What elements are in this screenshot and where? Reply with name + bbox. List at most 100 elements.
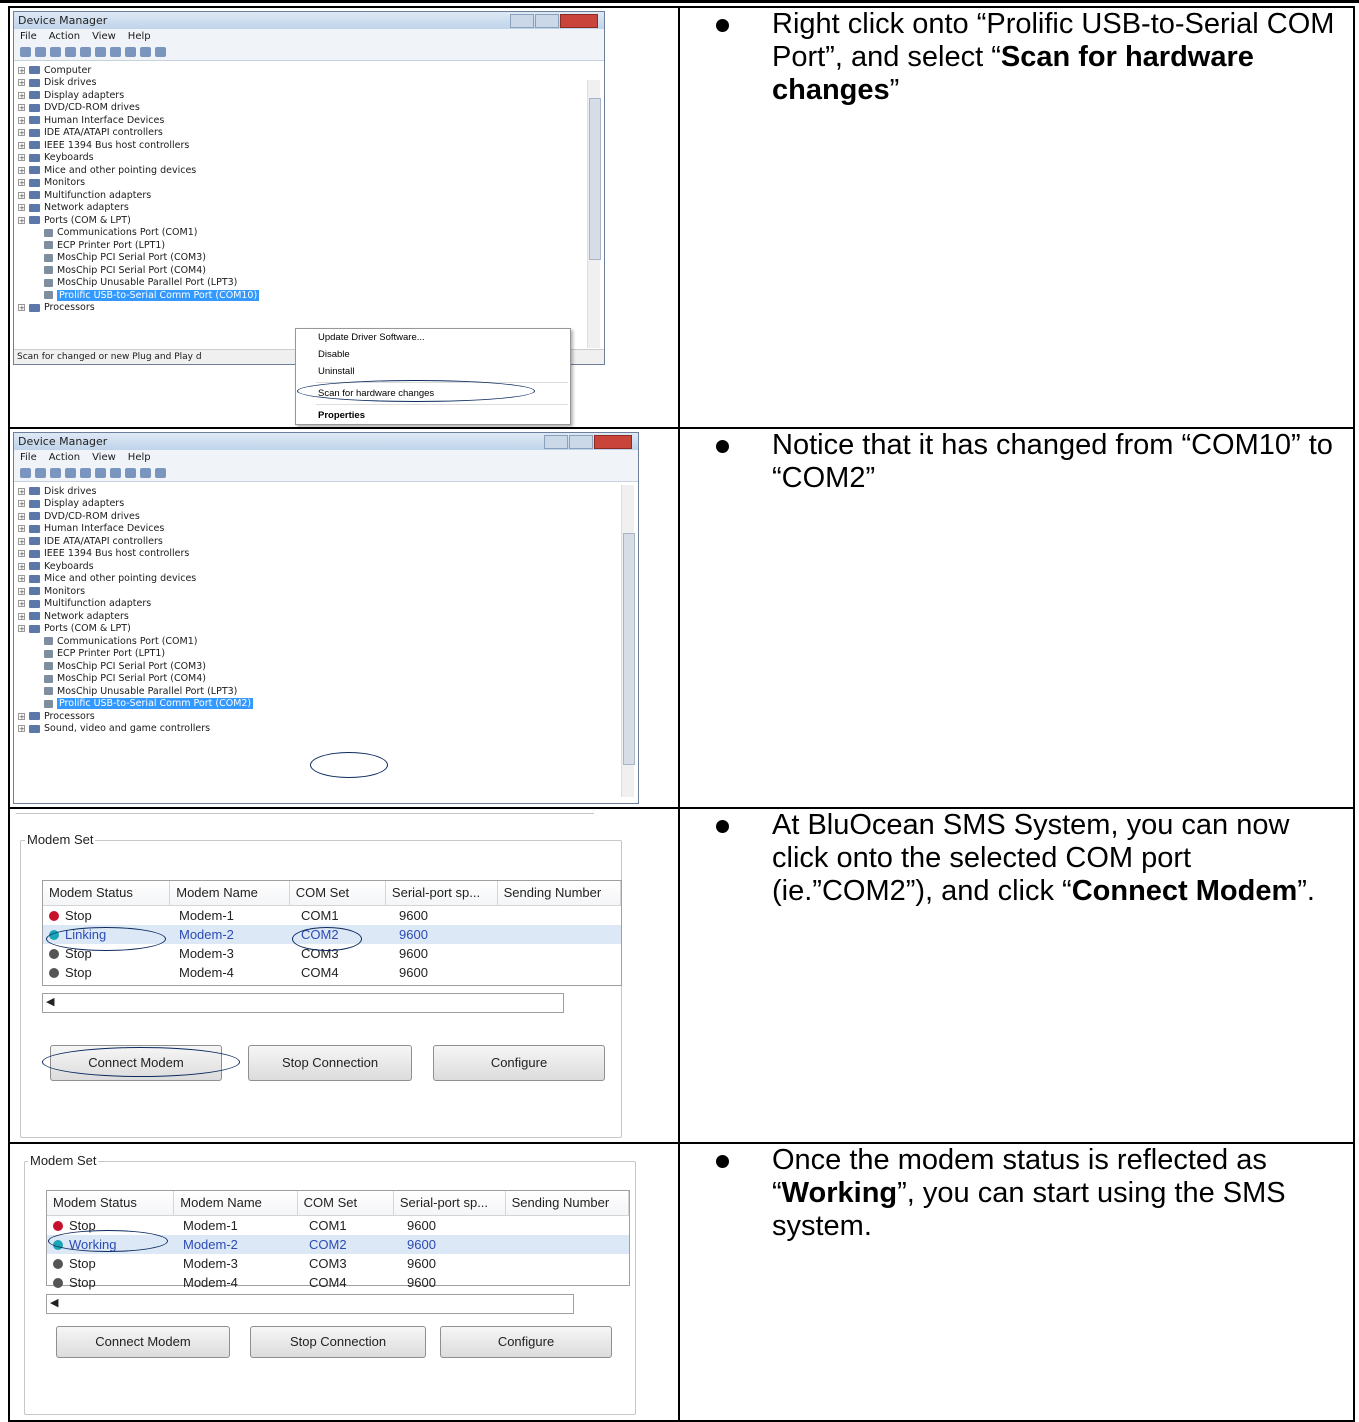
properties-icon[interactable] — [95, 47, 106, 57]
expand-icon[interactable]: + — [18, 179, 25, 187]
table-row[interactable]: Stop Modem-1 COM1 9600 — [43, 906, 621, 925]
back-icon[interactable] — [20, 468, 31, 478]
expand-icon[interactable]: + — [18, 550, 25, 558]
menu-help[interactable]: Help — [128, 452, 151, 463]
device-tree-category[interactable]: + Processors — [18, 302, 604, 315]
update-driver-icon[interactable] — [125, 468, 136, 478]
device-tree-category[interactable]: + DVD/CD-ROM drives — [18, 102, 604, 115]
column-header[interactable]: Serial-port sp... — [394, 1191, 506, 1215]
stop-connection-button[interactable]: Stop Connection — [250, 1326, 426, 1358]
device-tree-category[interactable]: + Human Interface Devices — [18, 114, 604, 127]
device-tree-child-item[interactable]: MosChip PCI Serial Port (COM4) — [18, 264, 604, 277]
scroll-thumb[interactable] — [623, 533, 635, 765]
table-row[interactable]: Stop Modem-4 COM4 9600 — [43, 963, 621, 982]
device-tree-category[interactable]: + Network adapters — [18, 202, 604, 215]
context-item-uninstall[interactable]: Uninstall — [296, 363, 570, 380]
menu-file[interactable]: File — [20, 452, 37, 463]
update-driver-icon[interactable] — [125, 47, 136, 57]
close-button[interactable] — [594, 435, 632, 449]
expand-icon[interactable]: + — [18, 104, 25, 112]
menu-action[interactable]: Action — [49, 452, 80, 463]
expand-icon[interactable]: + — [18, 562, 25, 570]
list-icon[interactable] — [65, 468, 76, 478]
expand-icon[interactable]: + — [18, 500, 25, 508]
menu-help[interactable]: Help — [128, 31, 151, 42]
context-item-update-driver[interactable]: Update Driver Software... — [296, 329, 570, 346]
context-item-properties[interactable]: Properties — [296, 407, 570, 424]
expand-icon[interactable]: + — [18, 600, 25, 608]
column-header[interactable]: Modem Status — [43, 881, 171, 905]
menu-view[interactable]: View — [92, 31, 116, 42]
device-tree-category[interactable]: + Monitors — [18, 585, 638, 598]
uninstall-icon[interactable] — [140, 468, 151, 478]
device-tree-child-item[interactable]: Communications Port (COM1) — [18, 635, 638, 648]
device-tree-category[interactable]: + IEEE 1394 Bus host controllers — [18, 548, 638, 561]
scroll-left-icon[interactable]: ◀ — [50, 1296, 58, 1309]
minimize-button[interactable] — [544, 435, 568, 449]
expand-icon[interactable]: + — [18, 525, 25, 533]
menu-view[interactable]: View — [92, 452, 116, 463]
device-tree-category[interactable]: + Mice and other pointing devices — [18, 164, 604, 177]
device-tree-child-item[interactable]: Prolific USB-to-Serial Comm Port (COM10) — [18, 289, 604, 302]
expand-icon[interactable]: + — [18, 587, 25, 595]
menu-file[interactable]: File — [20, 31, 37, 42]
maximize-button[interactable] — [569, 435, 593, 449]
column-header[interactable]: Serial-port sp... — [386, 881, 498, 905]
expand-icon[interactable]: + — [18, 537, 25, 545]
properties-icon[interactable] — [95, 468, 106, 478]
expand-icon[interactable]: + — [18, 129, 25, 137]
expand-icon[interactable]: + — [18, 191, 25, 199]
disable-icon[interactable] — [155, 468, 166, 478]
device-tree-category[interactable]: + Multifunction adapters — [18, 189, 604, 202]
column-header[interactable]: Modem Name — [170, 881, 290, 905]
expand-icon[interactable]: + — [18, 216, 25, 224]
minimize-button[interactable] — [510, 14, 534, 28]
disable-icon[interactable] — [155, 47, 166, 57]
device-tree-category[interactable]: + Disk drives — [18, 77, 604, 90]
device-tree-child-item[interactable]: ECP Printer Port (LPT1) — [18, 239, 604, 252]
device-tree-category[interactable]: + Display adapters — [18, 498, 638, 511]
device-tree-child-item[interactable]: Communications Port (COM1) — [18, 227, 604, 240]
device-tree-child-item[interactable]: MosChip PCI Serial Port (COM4) — [18, 673, 638, 686]
column-header[interactable]: Modem Status — [47, 1191, 175, 1215]
device-tree-child-item[interactable]: MosChip Unusable Parallel Port (LPT3) — [18, 277, 604, 290]
device-tree-category[interactable]: + Human Interface Devices — [18, 523, 638, 536]
maximize-button[interactable] — [535, 14, 559, 28]
device-tree-category[interactable]: + Computer — [18, 64, 604, 77]
expand-icon[interactable]: + — [18, 66, 25, 74]
expand-icon[interactable]: + — [18, 512, 25, 520]
device-tree-category[interactable]: + Ports (COM & LPT) — [18, 214, 604, 227]
view-icon[interactable] — [50, 47, 61, 57]
device-tree-category[interactable]: + Display adapters — [18, 89, 604, 102]
column-header[interactable]: COM Set — [290, 881, 386, 905]
expand-icon[interactable]: + — [18, 141, 25, 149]
device-tree-category[interactable]: + Ports (COM & LPT) — [18, 623, 638, 636]
view-icon[interactable] — [50, 468, 61, 478]
expand-icon[interactable]: + — [18, 79, 25, 87]
table-row[interactable]: Stop Modem-3 COM3 9600 — [47, 1254, 629, 1273]
list-icon[interactable] — [65, 47, 76, 57]
device-tree-child-item[interactable]: MosChip PCI Serial Port (COM3) — [18, 252, 604, 265]
expand-icon[interactable]: + — [18, 575, 25, 583]
context-item-disable[interactable]: Disable — [296, 346, 570, 363]
vertical-scrollbar[interactable] — [621, 485, 635, 797]
device-tree-category[interactable]: + IDE ATA/ATAPI controllers — [18, 127, 604, 140]
device-tree-category[interactable]: + Disk drives — [18, 485, 638, 498]
device-tree-category[interactable]: + Processors — [18, 710, 638, 723]
expand-icon[interactable]: + — [18, 91, 25, 99]
device-tree-category[interactable]: + IDE ATA/ATAPI controllers — [18, 535, 638, 548]
device-tree-category[interactable]: + Monitors — [18, 177, 604, 190]
table-row[interactable]: Stop Modem-4 COM4 9600 — [47, 1273, 629, 1292]
expand-icon[interactable]: + — [18, 712, 25, 720]
expand-icon[interactable]: + — [18, 625, 25, 633]
horizontal-scrollbar[interactable]: ◀ — [46, 1294, 574, 1314]
column-header[interactable]: Sending Number — [498, 881, 621, 905]
expand-icon[interactable]: + — [18, 612, 25, 620]
close-button[interactable] — [560, 14, 598, 28]
connect-modem-button[interactable]: Connect Modem — [56, 1326, 230, 1358]
horizontal-scrollbar[interactable]: ◀ — [42, 993, 564, 1013]
forward-icon[interactable] — [35, 468, 46, 478]
stop-connection-button[interactable]: Stop Connection — [248, 1045, 412, 1081]
forward-icon[interactable] — [35, 47, 46, 57]
expand-icon[interactable]: + — [18, 487, 25, 495]
